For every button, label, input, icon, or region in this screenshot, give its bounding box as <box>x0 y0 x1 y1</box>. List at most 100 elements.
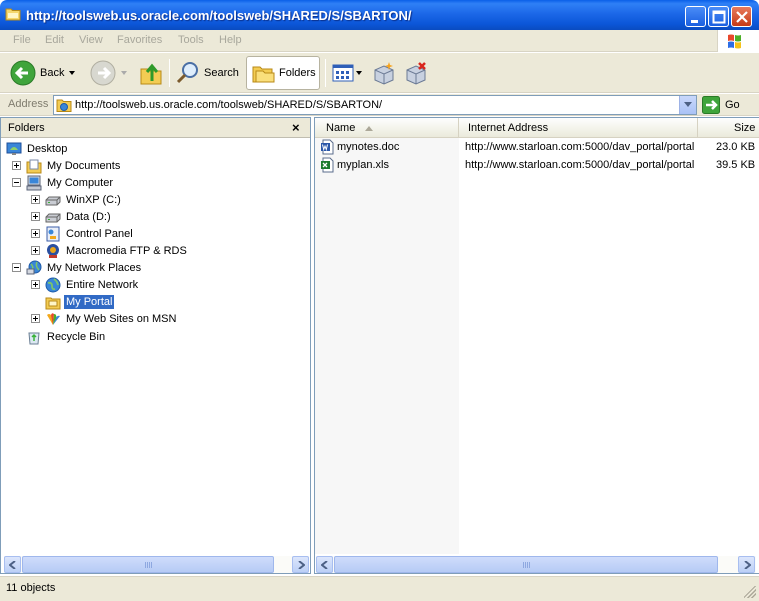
tree-label: My Computer <box>47 176 114 189</box>
folders-pane-header: Folders × <box>1 118 310 138</box>
folders-pane: Folders × Desktop My Documents My Comput… <box>0 117 311 574</box>
expand-toggle[interactable] <box>31 246 40 255</box>
tree-label: WinXP (C:) <box>66 193 121 206</box>
scrollbar-thumb[interactable] <box>334 556 718 573</box>
tree-item-desktop[interactable]: Desktop <box>6 140 69 157</box>
menu-help[interactable]: Help <box>219 34 242 46</box>
scroll-grip <box>145 562 153 568</box>
tree-label: Recycle Bin <box>47 330 106 343</box>
column-header-size[interactable]: Size <box>698 118 759 138</box>
tree-item-winxp-c[interactable]: WinXP (C:) <box>45 191 123 208</box>
up-folder-icon <box>140 63 162 85</box>
tree-label: Control Panel <box>66 227 133 240</box>
folders-pane-close-button[interactable]: × <box>292 120 300 135</box>
tree-label: Macromedia FTP & RDS <box>66 244 187 257</box>
back-dropdown-icon[interactable] <box>69 71 76 75</box>
expand-toggle[interactable] <box>31 229 40 238</box>
tree-label: My Web Sites on MSN <box>66 312 177 325</box>
close-button[interactable] <box>731 6 752 27</box>
file-row[interactable]: mynotes.doc http://www.starloan.com:5000… <box>315 139 759 156</box>
scroll-left-button[interactable] <box>316 556 333 573</box>
menu-view[interactable]: View <box>79 34 103 46</box>
tree-item-recycle-bin[interactable]: Recycle Bin <box>26 328 107 345</box>
network-places-icon <box>26 260 42 274</box>
collapse-toggle[interactable] <box>12 263 21 272</box>
file-name: myplan.xls <box>337 159 389 171</box>
delete-button[interactable] <box>404 56 428 90</box>
resize-grip[interactable] <box>744 586 756 598</box>
word-doc-icon <box>321 139 334 155</box>
search-button[interactable]: Search <box>176 56 239 90</box>
search-icon <box>176 62 198 84</box>
tree-label: My Portal <box>64 294 115 309</box>
tree-item-entire-network[interactable]: Entire Network <box>45 276 140 293</box>
file-url: http://www.starloan.com:5000/dav_portal/… <box>465 159 695 171</box>
sort-ascending-icon <box>365 126 373 131</box>
scroll-right-button[interactable] <box>738 556 755 573</box>
scrollbar-thumb[interactable] <box>22 556 274 573</box>
views-button[interactable] <box>332 56 362 90</box>
folders-label: Folders <box>279 67 316 79</box>
minimize-button[interactable] <box>685 6 706 27</box>
scroll-left-arrow-icon <box>9 561 16 569</box>
menu-file[interactable]: File <box>13 34 31 46</box>
menu-favorites[interactable]: Favorites <box>117 34 162 46</box>
file-row[interactable]: myplan.xls http://www.starloan.com:5000/… <box>315 157 759 174</box>
views-dropdown-icon[interactable] <box>356 71 362 75</box>
close-icon <box>736 11 748 23</box>
back-button[interactable]: Back <box>10 56 76 90</box>
control-panel-icon <box>46 226 60 241</box>
expand-toggle[interactable] <box>31 280 40 289</box>
folders-button[interactable]: Folders <box>246 56 320 90</box>
tree-label: My Documents <box>47 159 121 172</box>
minimize-icon <box>691 20 698 23</box>
tree-item-data-d[interactable]: Data (D:) <box>45 208 113 225</box>
expand-toggle[interactable] <box>12 161 21 170</box>
scroll-right-arrow-icon <box>744 561 751 569</box>
tree-label: Entire Network <box>66 278 139 291</box>
drive-icon <box>45 213 61 222</box>
scroll-right-arrow-icon <box>298 561 305 569</box>
go-button[interactable]: Go <box>702 96 740 114</box>
address-input[interactable]: http://toolsweb.us.oracle.com/toolsweb/S… <box>53 95 697 115</box>
column-header-internet-address[interactable]: Internet Address <box>459 118 698 138</box>
tree-item-my-network-places[interactable]: My Network Places <box>26 259 143 276</box>
column-name-label: Name <box>326 122 356 134</box>
tree-item-my-portal[interactable]: My Portal <box>45 293 115 310</box>
folders-pane-title: Folders <box>8 122 45 134</box>
expand-toggle[interactable] <box>31 314 40 323</box>
back-label: Back <box>40 67 65 79</box>
address-label: Address <box>8 98 49 110</box>
new-folder-button[interactable] <box>372 56 396 90</box>
folder-tree: Desktop My Documents My Computer WinXP (… <box>1 138 310 554</box>
tree-item-my-documents[interactable]: My Documents <box>26 157 122 174</box>
menu-edit[interactable]: Edit <box>45 34 64 46</box>
file-size: 23.0 KB <box>716 141 756 153</box>
up-folder-button[interactable] <box>139 56 163 90</box>
folders-horizontal-scrollbar[interactable] <box>4 556 309 573</box>
maximize-button[interactable] <box>708 6 729 27</box>
tree-label: Desktop <box>27 142 68 155</box>
forward-dropdown-icon[interactable] <box>121 71 127 75</box>
tree-item-my-computer[interactable]: My Computer <box>26 174 115 191</box>
menu-tools[interactable]: Tools <box>178 34 204 46</box>
tree-item-my-web-sites-msn[interactable]: My Web Sites on MSN <box>45 310 178 327</box>
forward-arrow-icon <box>90 60 116 86</box>
title-bar[interactable]: http://toolsweb.us.oracle.com/toolsweb/S… <box>0 0 759 30</box>
files-horizontal-scrollbar[interactable] <box>316 556 756 573</box>
toolbar: Back Search Folders <box>0 53 759 93</box>
address-dropdown-button[interactable] <box>679 96 696 114</box>
scroll-left-button[interactable] <box>4 556 21 573</box>
forward-button[interactable] <box>90 56 127 90</box>
collapse-toggle[interactable] <box>12 178 21 187</box>
toolbar-separator <box>325 59 326 87</box>
column-header-name[interactable]: Name <box>315 118 459 138</box>
excel-icon <box>321 157 334 173</box>
expand-toggle[interactable] <box>31 195 40 204</box>
tree-item-macromedia-ftp[interactable]: Macromedia FTP & RDS <box>45 242 189 259</box>
scroll-right-button[interactable] <box>292 556 309 573</box>
expand-toggle[interactable] <box>31 212 40 221</box>
status-object-count: 11 objects <box>6 582 56 594</box>
portal-folder-icon <box>45 297 61 309</box>
tree-item-control-panel[interactable]: Control Panel <box>45 225 135 242</box>
